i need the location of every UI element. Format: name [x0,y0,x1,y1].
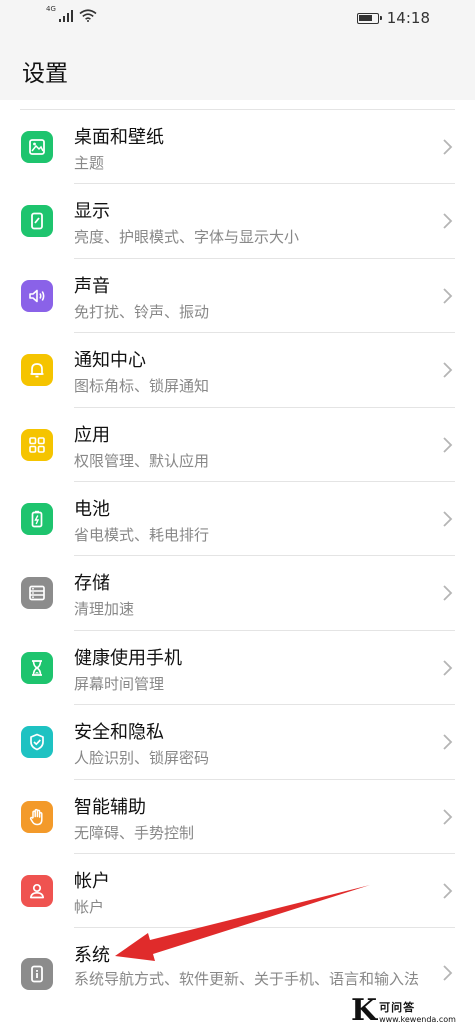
settings-item-subtitle: 系统导航方式、软件更新、关于手机、语言和输入法 [74,970,420,989]
settings-item-subtitle: 清理加速 [74,600,135,619]
settings-item-title: 应用 [74,424,110,446]
clock: 14:18 [386,9,430,27]
settings-item-assist[interactable]: 智能辅助 无障碍、手势控制 [0,780,475,854]
storage-icon [21,577,53,610]
settings-item-subtitle: 人脸识别、锁屏密码 [74,749,210,768]
settings-item-title: 电池 [74,499,110,520]
chevron-right-icon [443,883,453,899]
settings-item-subtitle: 主题 [74,154,105,172]
settings-item-wallpaper[interactable]: 桌面和壁纸 主题 [0,110,475,185]
settings-item-wellbeing[interactable]: 健康使用手机 屏幕时间管理 [0,631,475,706]
battery-status-icon [356,12,382,24]
chevron-right-icon [443,965,453,982]
hand-icon [21,800,53,833]
settings-item-subtitle: 权限管理、默认应用 [74,451,210,470]
watermark-text: 可问答 www.kewenda.com [379,999,456,1024]
network-type-label: 4G [46,5,56,13]
settings-item-security[interactable]: 安全和隐私 人脸识别、锁屏密码 [0,705,475,780]
chevron-right-icon [443,213,453,230]
hourglass-icon [21,651,53,684]
chevron-right-icon [443,585,453,602]
battery-icon [21,503,53,535]
bell-icon [21,354,53,387]
app-bar: 设置 [0,36,475,100]
settings-item-title: 安全和隐私 [74,722,164,744]
settings-item-battery[interactable]: 电池 省电模式、耗电排行 [0,482,475,557]
watermark: K 可问答 www.kewenda.com [347,993,475,1029]
status-right: 14:18 [356,9,430,27]
settings-item-title: 声音 [74,275,110,297]
watermark-logo: K [351,993,378,1028]
settings-list[interactable]: 桌面和壁纸 主题 显示 亮度、护眼模式、字体与显示大小 声音 免打扰、铃声、振动… [0,100,475,1029]
chevron-right-icon [443,734,453,750]
settings-item-title: 显示 [74,201,110,223]
speaker-icon [21,279,53,312]
settings-item-title: 帐户 [74,871,110,892]
settings-item-subtitle: 屏幕时间管理 [74,674,165,693]
chevron-right-icon [443,362,453,378]
shield-icon [21,726,53,759]
chevron-right-icon [443,511,453,527]
watermark-url: www.kewenda.com [379,1014,456,1024]
phone-brightness-icon [21,205,53,238]
settings-item-title: 智能辅助 [74,796,146,818]
settings-item-notification[interactable]: 通知中心 图标角标、锁屏通知 [0,333,475,408]
chevron-right-icon [443,288,453,304]
grid-icon [21,428,53,461]
watermark-name: 可问答 [379,1000,416,1014]
network-indicators: 4G [46,5,97,22]
chevron-right-icon [443,139,453,155]
settings-item-sound[interactable]: 声音 免打扰、铃声、振动 [0,259,475,334]
settings-item-title: 健康使用手机 [74,647,182,669]
page-title: 设置 [22,61,68,87]
person-icon [21,875,53,907]
chevron-right-icon [443,808,453,825]
settings-item-apps[interactable]: 应用 权限管理、默认应用 [0,408,475,482]
settings-item-title: 存储 [74,573,110,595]
settings-item-subtitle: 免打扰、铃声、振动 [74,302,210,321]
wifi-icon [79,9,97,22]
settings-item-display[interactable]: 显示 亮度、护眼模式、字体与显示大小 [0,184,475,259]
settings-item-subtitle: 省电模式、耗电排行 [74,526,210,544]
settings-item-storage[interactable]: 存储 清理加速 [0,556,475,631]
chevron-right-icon [443,436,453,453]
settings-item-title: 桌面和壁纸 [74,127,164,148]
status-bar: 4G 14:18 [0,0,475,36]
settings-item-title: 系统 [74,945,110,967]
settings-item-subtitle: 帐户 [74,898,105,916]
settings-item-subtitle: 图标角标、锁屏通知 [74,377,210,396]
signal-icon [58,10,74,22]
settings-item-title: 通知中心 [74,350,146,372]
image-icon [21,131,53,163]
settings-item-account[interactable]: 帐户 帐户 [0,854,475,929]
settings-item-subtitle: 无障碍、手势控制 [74,823,195,842]
info-icon [21,958,53,991]
chevron-right-icon [443,660,453,676]
settings-item-subtitle: 亮度、护眼模式、字体与显示大小 [74,228,300,247]
